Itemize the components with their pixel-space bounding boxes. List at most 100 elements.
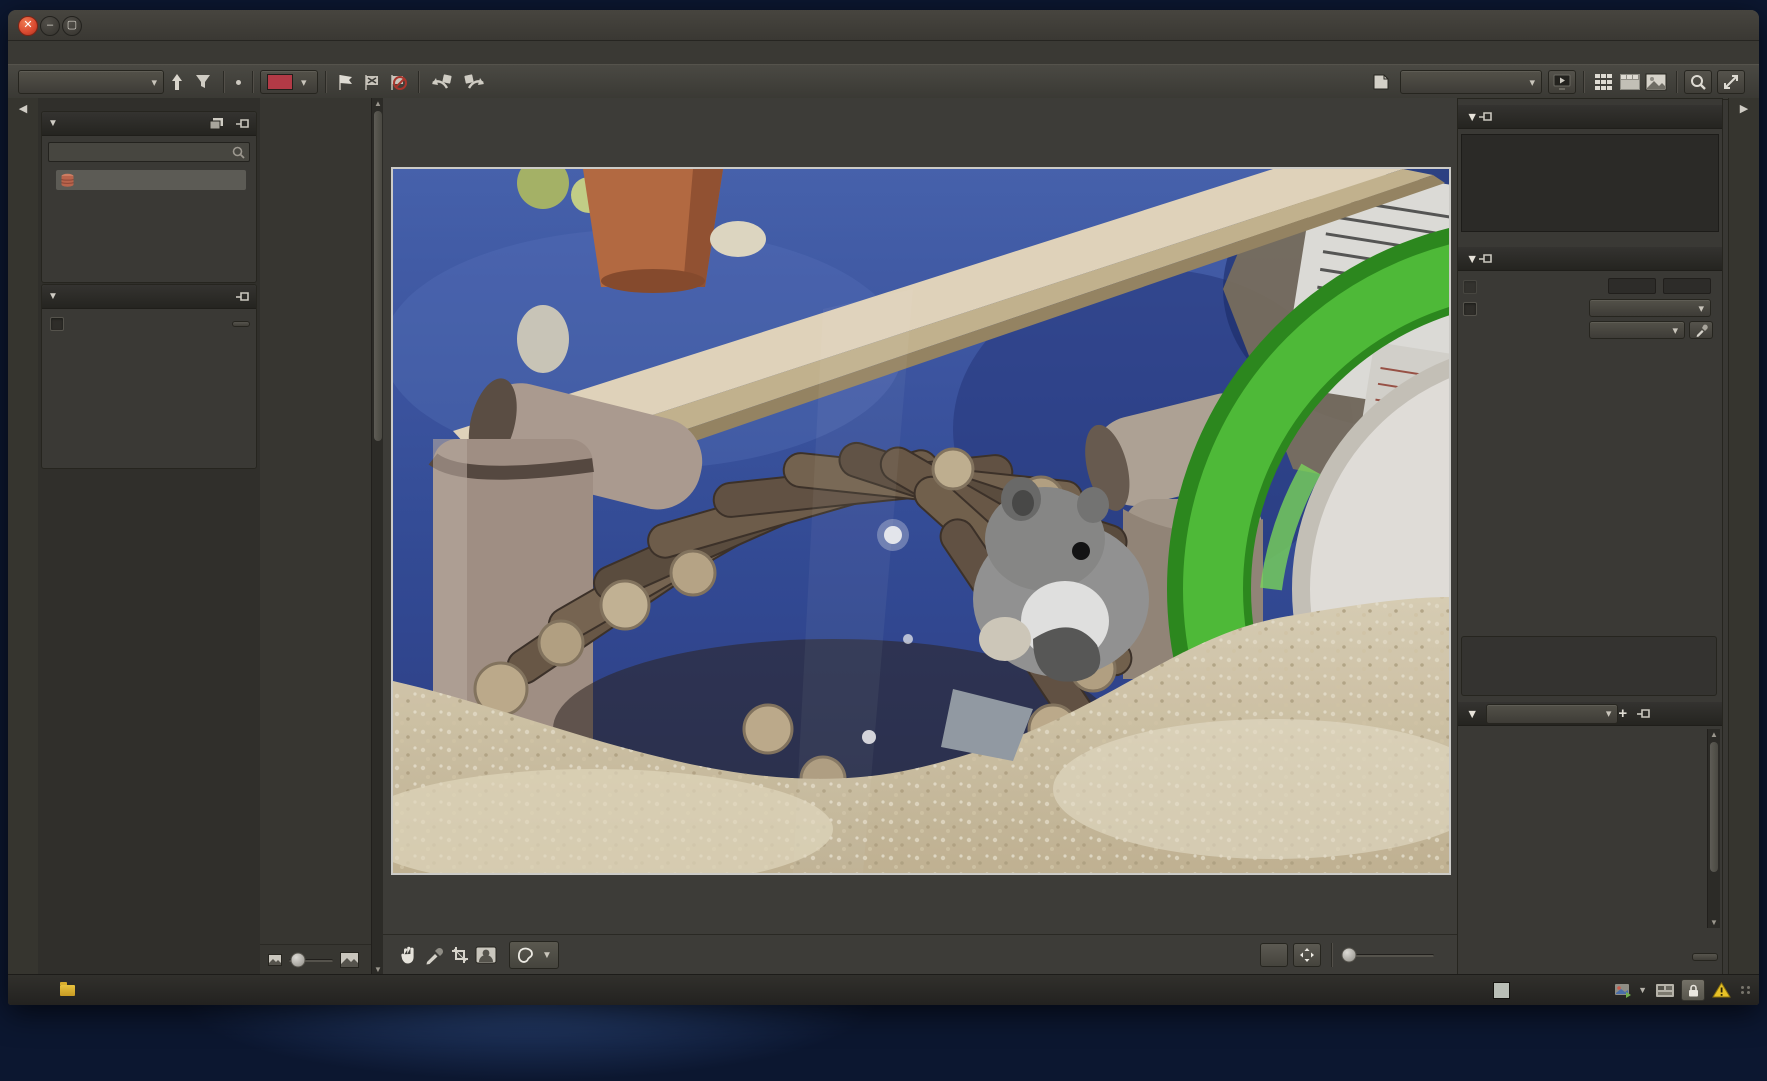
tint-dropdown[interactable] [1589,299,1711,317]
viewer-zoom-slider[interactable] [1342,954,1434,957]
histogram-chart [1461,134,1719,232]
histogram-header[interactable]: ▼ [1458,105,1722,129]
autolevel-row [1458,277,1722,297]
card-status-icon[interactable] [1655,983,1675,998]
catalogs-section: ▼ [41,111,257,283]
window-maximize-button[interactable]: ▢ [62,16,82,36]
crop-tool-icon[interactable] [447,943,473,967]
pin-icon[interactable] [1478,253,1493,264]
color-label-dropdown[interactable] [260,70,318,94]
grid-view-button[interactable] [1591,70,1617,94]
collapse-triangle-icon[interactable]: ▼ [1466,707,1478,721]
presets-tree [1458,727,1708,923]
heal-clone-tool-button[interactable]: ▼ [509,941,559,969]
fullscreen-button[interactable] [1717,70,1745,94]
app-window: ✕ – ▢ [8,10,1759,1005]
basic-adjustments-header[interactable]: ▼ [1458,247,1722,271]
sort-dropdown[interactable] [18,70,164,94]
presets-dropdown[interactable] [1486,704,1618,724]
undo-icon[interactable] [426,70,458,94]
image-viewer: ▼ [383,98,1460,975]
link-to-catalogs-checkbox[interactable] [50,317,64,331]
thumbnail-small-icon[interactable] [268,954,282,966]
collapse-triangle-icon[interactable]: ▼ [1466,110,1478,124]
output-profile-icon[interactable] [1614,983,1632,998]
filmstrip-scrollbar-thumb[interactable] [374,111,382,441]
warning-icon[interactable] [1712,982,1731,998]
pin-icon[interactable] [1478,111,1493,122]
eyedropper-tool-icon[interactable] [421,943,447,967]
lock-button[interactable] [1681,979,1705,1001]
collapse-triangle-icon[interactable]: ▼ [48,118,58,129]
pan-tool-icon[interactable] [395,943,421,967]
chevron-down-icon[interactable]: ▼ [1638,985,1647,995]
add-preset-icon[interactable]: + [1618,705,1627,722]
filmstrip-view-button[interactable] [1617,70,1643,94]
white-balance-dropdown[interactable] [1589,321,1685,339]
search-icon [232,146,245,159]
magnifier-button[interactable] [1684,70,1712,94]
catalog-item[interactable] [56,170,246,190]
perfectly-clear-checkbox[interactable] [1463,302,1477,316]
viewer-toolbar: ▼ [383,934,1460,975]
presets-header[interactable]: ▼ + [1458,702,1722,726]
scroll-up-icon[interactable]: ▲ [1708,729,1720,740]
autolevel-checkbox[interactable] [1463,280,1477,294]
autolevel-value2[interactable] [1663,278,1711,294]
pin-icon[interactable] [235,118,250,129]
right-tab-strip: ▶ [1728,98,1759,975]
thumbnail-size-slider[interactable] [289,959,333,962]
window-minimize-button[interactable]: – [40,16,60,36]
main-photo[interactable] [391,167,1451,875]
resize-grip[interactable] [1741,986,1751,994]
pin-icon[interactable] [235,291,250,302]
viewer-zoom-slider-thumb[interactable] [1342,948,1357,963]
scroll-down-icon[interactable]: ▼ [1708,917,1720,928]
perfectly-clear-row [1458,299,1722,319]
metadata-browser-section: ▼ [41,284,257,469]
redeye-tool-icon[interactable] [473,943,499,967]
catalogs-header[interactable]: ▼ [42,112,256,136]
pin-icon[interactable] [1636,708,1651,719]
status-bar: ▼ [8,974,1759,1005]
collapse-triangle-icon[interactable]: ▼ [48,291,58,302]
folder-icon [60,985,75,996]
new-catalog-icon[interactable] [209,117,225,131]
collapse-left-panel-icon[interactable]: ◀ [8,102,38,115]
thumbnail-large-icon[interactable] [340,952,359,968]
photo-hamster-cage [393,169,1449,873]
refine-button[interactable] [232,321,250,327]
left-panel: ▼ ▼ [38,98,260,975]
keywords-input[interactable] [1461,636,1717,696]
window-close-button[interactable]: ✕ [18,16,38,36]
color-label-swatch [267,74,293,90]
slideshow-button[interactable] [1548,70,1576,94]
lock-icon [1688,984,1699,997]
autolevel-value1[interactable] [1608,278,1656,294]
pixel-color-swatch [1493,982,1510,999]
metadata-browser-header[interactable]: ▼ [42,285,256,309]
rating-none-dot[interactable] [231,70,245,94]
flag-pick-icon[interactable] [333,70,359,94]
flag-clear-icon[interactable] [385,70,411,94]
main-toolbar [8,64,1759,100]
presets-scrollbar[interactable]: ▲ ▼ [1707,729,1720,928]
right-panel: ▼ ▼ [1457,98,1723,975]
image-view-button[interactable] [1643,70,1669,94]
thumbnail-size-slider-thumb[interactable] [290,953,305,968]
collapse-right-panel-icon[interactable]: ▶ [1729,102,1759,115]
new-layer-icon[interactable] [1368,70,1394,94]
zoom-actual-button[interactable] [1260,943,1288,967]
collapse-triangle-icon[interactable]: ▼ [1466,252,1478,266]
white-balance-eyedropper-icon[interactable] [1689,321,1713,339]
flag-reject-icon[interactable] [359,70,385,94]
redo-icon[interactable] [458,70,490,94]
sort-direction-button[interactable] [164,70,190,94]
manage-presets-button[interactable] [1692,953,1718,961]
filter-button[interactable] [190,70,216,94]
zoom-fit-button[interactable] [1293,943,1321,967]
chevron-down-icon: ▼ [542,950,552,961]
layer-type-dropdown[interactable] [1400,70,1542,94]
presets-scrollbar-thumb[interactable] [1710,742,1718,872]
catalog-search-input[interactable] [48,142,250,162]
